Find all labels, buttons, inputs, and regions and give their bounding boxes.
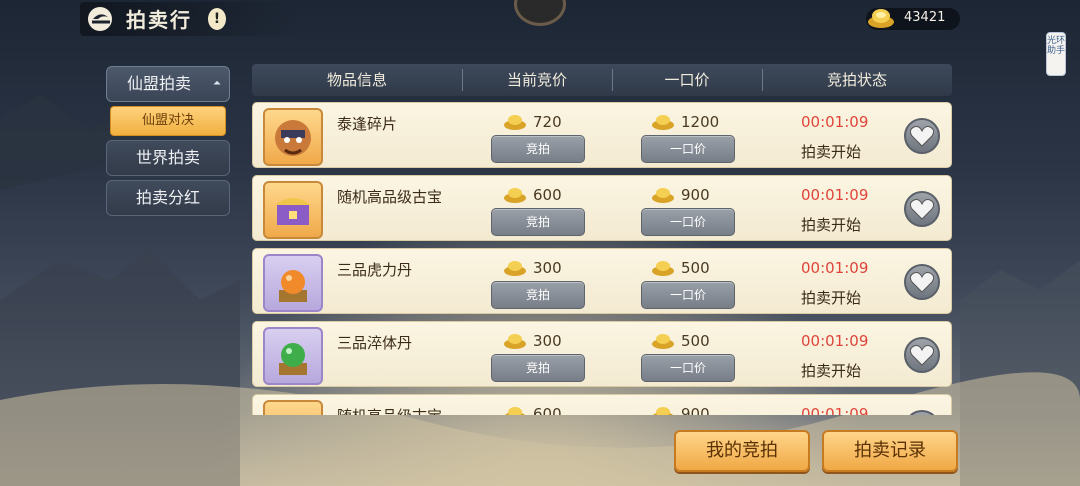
buyout-value: 500 [681, 332, 710, 350]
favorite-heart-icon[interactable] [904, 264, 940, 300]
treasure-chest-icon[interactable] [263, 400, 323, 415]
buyout-value: 900 [681, 405, 710, 415]
item-name: 三品淬体丹 [337, 334, 413, 352]
sidebar-section-label: 仙盟拍卖 [127, 74, 192, 93]
buyout-value: 900 [681, 186, 710, 204]
gold-ingot-icon [652, 407, 674, 415]
currency-value: 43421 [904, 10, 946, 25]
countdown-timer: 00:01:09 [801, 186, 869, 204]
favorite-heart-icon[interactable] [904, 118, 940, 154]
green-pill-icon[interactable] [263, 327, 323, 385]
gold-ingot-icon [504, 261, 526, 276]
sidebar-section-alliance-auction[interactable]: 仙盟拍卖 ⏶ [106, 66, 230, 102]
gold-ingot-icon [504, 407, 526, 415]
gold-ingot-icon [504, 115, 526, 130]
countdown-timer: 00:01:09 [801, 405, 869, 415]
auction-row: 随机高品级古宝 600 竞拍 900 一口价 00:01:09 拍卖开始 [252, 175, 952, 241]
treasure-chest-icon[interactable] [263, 181, 323, 239]
gold-ingot-icon [868, 9, 894, 28]
hero-portrait-icon[interactable] [263, 108, 323, 166]
favorite-heart-icon[interactable] [904, 337, 940, 373]
favorite-heart-icon[interactable] [904, 410, 940, 415]
countdown-timer: 00:01:09 [801, 332, 869, 350]
buyout-value: 500 [681, 259, 710, 277]
gold-ingot-icon [504, 334, 526, 349]
column-header-buyout: 一口价 [664, 71, 710, 89]
item-name: 随机高品级古宝 [337, 405, 442, 415]
auction-row: 三品淬体丹 300 竞拍 500 一口价 00:01:09 拍卖开始 [252, 321, 952, 387]
buyout-value: 1200 [681, 113, 720, 131]
current-bid-value: 600 [533, 186, 562, 204]
current-bid-value: 300 [533, 332, 562, 350]
gold-ingot-icon [652, 261, 674, 276]
sidebar-item-auction-dividend[interactable]: 拍卖分红 [106, 180, 230, 216]
current-bid-value: 300 [533, 259, 562, 277]
bid-button[interactable]: 竞拍 [491, 354, 585, 382]
buyout-button[interactable]: 一口价 [641, 208, 735, 236]
top-bar: 拍卖行 ! 43421 光环助手 [0, 0, 1080, 76]
favorite-heart-icon[interactable] [904, 191, 940, 227]
back-icon[interactable] [84, 5, 120, 33]
item-name: 随机高品级古宝 [337, 188, 443, 206]
auction-row: 随机高品级古宝 600 900 00:01:09 [252, 394, 952, 415]
collapse-caret-icon: ⏶ [213, 78, 221, 89]
auction-status: 拍卖开始 [801, 143, 862, 161]
item-name: 三品虎力丹 [337, 261, 413, 279]
gold-ingot-icon [504, 188, 526, 203]
table-header: 物品信息 当前竞价 一口价 竞拍状态 [252, 64, 952, 96]
sidebar-item-world-auction[interactable]: 世界拍卖 [106, 140, 230, 176]
current-bid-value: 720 [533, 113, 562, 131]
emblem-icon [514, 0, 566, 26]
gold-ingot-icon [652, 334, 674, 349]
auction-status: 拍卖开始 [801, 289, 862, 307]
buyout-button[interactable]: 一口价 [641, 281, 735, 309]
page-title: 拍卖行 [126, 8, 192, 32]
orange-pill-icon[interactable] [263, 254, 323, 312]
auction-list[interactable]: 泰逢碎片 720 竞拍 1200 一口价 00:01:09 拍卖开始 随机高品级… [252, 100, 952, 415]
item-name: 泰逢碎片 [337, 115, 398, 133]
helper-tab[interactable]: 光环助手 [1046, 32, 1066, 76]
my-bids-button[interactable]: 我的竞拍 [674, 430, 810, 472]
gold-ingot-icon [652, 115, 674, 130]
column-header-status: 竞拍状态 [826, 71, 887, 89]
current-bid-value: 600 [533, 405, 562, 415]
auction-status: 拍卖开始 [801, 362, 862, 380]
countdown-timer: 00:01:09 [801, 113, 869, 131]
info-icon[interactable]: ! [208, 8, 226, 30]
auction-records-button[interactable]: 拍卖记录 [822, 430, 958, 472]
bid-button[interactable]: 竞拍 [491, 208, 585, 236]
bid-button[interactable]: 竞拍 [491, 281, 585, 309]
auction-row: 泰逢碎片 720 竞拍 1200 一口价 00:01:09 拍卖开始 [252, 102, 952, 168]
bid-button[interactable]: 竞拍 [491, 135, 585, 163]
auction-row: 三品虎力丹 300 竞拍 500 一口价 00:01:09 拍卖开始 [252, 248, 952, 314]
column-header-item: 物品信息 [326, 71, 387, 89]
auction-status: 拍卖开始 [801, 216, 862, 234]
buyout-button[interactable]: 一口价 [641, 135, 735, 163]
countdown-timer: 00:01:09 [801, 259, 869, 277]
sidebar-sub-alliance-duel[interactable]: 仙盟对决 [110, 106, 226, 136]
buyout-button[interactable]: 一口价 [641, 354, 735, 382]
column-header-current-bid: 当前竞价 [506, 71, 567, 89]
gold-ingot-icon [652, 188, 674, 203]
